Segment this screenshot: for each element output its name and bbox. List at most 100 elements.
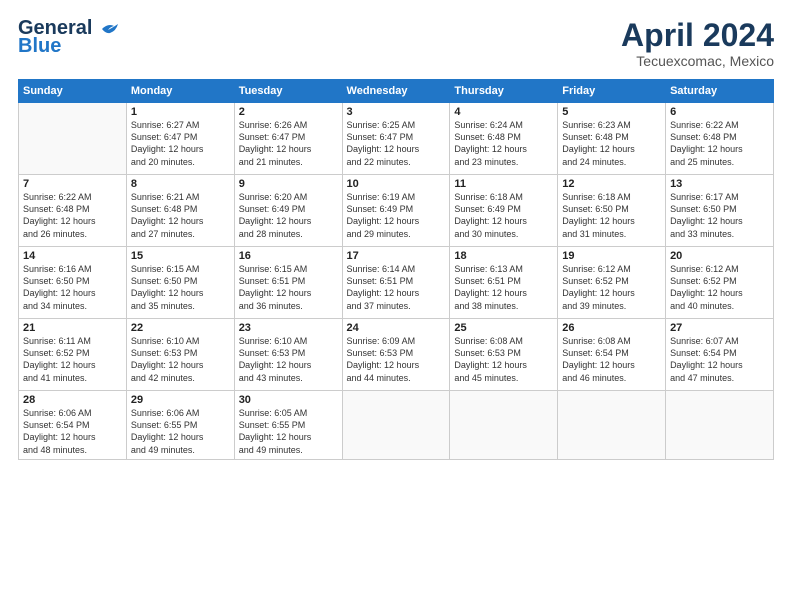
calendar-cell xyxy=(450,391,558,460)
calendar-cell: 5Sunrise: 6:23 AM Sunset: 6:48 PM Daylig… xyxy=(558,103,666,175)
day-info: Sunrise: 6:06 AM Sunset: 6:54 PM Dayligh… xyxy=(23,407,122,456)
calendar-cell: 27Sunrise: 6:07 AM Sunset: 6:54 PM Dayli… xyxy=(666,319,774,391)
calendar-cell: 16Sunrise: 6:15 AM Sunset: 6:51 PM Dayli… xyxy=(234,247,342,319)
calendar-week-1: 7Sunrise: 6:22 AM Sunset: 6:48 PM Daylig… xyxy=(19,175,774,247)
day-info: Sunrise: 6:08 AM Sunset: 6:54 PM Dayligh… xyxy=(562,335,661,384)
day-info: Sunrise: 6:05 AM Sunset: 6:55 PM Dayligh… xyxy=(239,407,338,456)
day-number: 30 xyxy=(239,394,338,406)
calendar-week-2: 14Sunrise: 6:16 AM Sunset: 6:50 PM Dayli… xyxy=(19,247,774,319)
th-thursday: Thursday xyxy=(450,80,558,103)
th-tuesday: Tuesday xyxy=(234,80,342,103)
day-number: 20 xyxy=(670,250,769,262)
calendar-cell: 6Sunrise: 6:22 AM Sunset: 6:48 PM Daylig… xyxy=(666,103,774,175)
day-info: Sunrise: 6:07 AM Sunset: 6:54 PM Dayligh… xyxy=(670,335,769,384)
calendar-cell: 15Sunrise: 6:15 AM Sunset: 6:50 PM Dayli… xyxy=(126,247,234,319)
day-info: Sunrise: 6:25 AM Sunset: 6:47 PM Dayligh… xyxy=(347,119,446,168)
day-number: 8 xyxy=(131,178,230,190)
day-number: 17 xyxy=(347,250,446,262)
day-info: Sunrise: 6:24 AM Sunset: 6:48 PM Dayligh… xyxy=(454,119,553,168)
day-info: Sunrise: 6:06 AM Sunset: 6:55 PM Dayligh… xyxy=(131,407,230,456)
day-info: Sunrise: 6:15 AM Sunset: 6:51 PM Dayligh… xyxy=(239,263,338,312)
calendar-subtitle: Tecuexcomac, Mexico xyxy=(621,53,774,69)
logo-blue: Blue xyxy=(18,36,61,56)
day-number: 6 xyxy=(670,106,769,118)
day-number: 27 xyxy=(670,322,769,334)
calendar-cell: 21Sunrise: 6:11 AM Sunset: 6:52 PM Dayli… xyxy=(19,319,127,391)
day-info: Sunrise: 6:20 AM Sunset: 6:49 PM Dayligh… xyxy=(239,191,338,240)
day-number: 11 xyxy=(454,178,553,190)
calendar-cell: 29Sunrise: 6:06 AM Sunset: 6:55 PM Dayli… xyxy=(126,391,234,460)
calendar-cell: 1Sunrise: 6:27 AM Sunset: 6:47 PM Daylig… xyxy=(126,103,234,175)
calendar-cell: 30Sunrise: 6:05 AM Sunset: 6:55 PM Dayli… xyxy=(234,391,342,460)
day-info: Sunrise: 6:08 AM Sunset: 6:53 PM Dayligh… xyxy=(454,335,553,384)
day-number: 18 xyxy=(454,250,553,262)
day-info: Sunrise: 6:22 AM Sunset: 6:48 PM Dayligh… xyxy=(670,119,769,168)
day-number: 10 xyxy=(347,178,446,190)
header: General Blue April 2024 Tecuexcomac, Mex… xyxy=(18,18,774,69)
calendar-title: April 2024 xyxy=(621,18,774,53)
day-info: Sunrise: 6:10 AM Sunset: 6:53 PM Dayligh… xyxy=(131,335,230,384)
day-number: 25 xyxy=(454,322,553,334)
day-info: Sunrise: 6:17 AM Sunset: 6:50 PM Dayligh… xyxy=(670,191,769,240)
day-info: Sunrise: 6:18 AM Sunset: 6:49 PM Dayligh… xyxy=(454,191,553,240)
day-number: 19 xyxy=(562,250,661,262)
day-number: 22 xyxy=(131,322,230,334)
title-block: April 2024 Tecuexcomac, Mexico xyxy=(621,18,774,69)
calendar-cell: 22Sunrise: 6:10 AM Sunset: 6:53 PM Dayli… xyxy=(126,319,234,391)
day-number: 7 xyxy=(23,178,122,190)
day-number: 23 xyxy=(239,322,338,334)
day-info: Sunrise: 6:19 AM Sunset: 6:49 PM Dayligh… xyxy=(347,191,446,240)
calendar-cell: 8Sunrise: 6:21 AM Sunset: 6:48 PM Daylig… xyxy=(126,175,234,247)
day-number: 2 xyxy=(239,106,338,118)
th-monday: Monday xyxy=(126,80,234,103)
th-sunday: Sunday xyxy=(19,80,127,103)
calendar-cell: 25Sunrise: 6:08 AM Sunset: 6:53 PM Dayli… xyxy=(450,319,558,391)
calendar-cell: 12Sunrise: 6:18 AM Sunset: 6:50 PM Dayli… xyxy=(558,175,666,247)
day-info: Sunrise: 6:14 AM Sunset: 6:51 PM Dayligh… xyxy=(347,263,446,312)
calendar-week-3: 21Sunrise: 6:11 AM Sunset: 6:52 PM Dayli… xyxy=(19,319,774,391)
day-number: 3 xyxy=(347,106,446,118)
calendar-cell xyxy=(666,391,774,460)
th-friday: Friday xyxy=(558,80,666,103)
day-number: 28 xyxy=(23,394,122,406)
day-number: 12 xyxy=(562,178,661,190)
calendar-cell: 9Sunrise: 6:20 AM Sunset: 6:49 PM Daylig… xyxy=(234,175,342,247)
day-info: Sunrise: 6:21 AM Sunset: 6:48 PM Dayligh… xyxy=(131,191,230,240)
th-wednesday: Wednesday xyxy=(342,80,450,103)
day-info: Sunrise: 6:16 AM Sunset: 6:50 PM Dayligh… xyxy=(23,263,122,312)
day-number: 1 xyxy=(131,106,230,118)
day-number: 21 xyxy=(23,322,122,334)
calendar-cell: 23Sunrise: 6:10 AM Sunset: 6:53 PM Dayli… xyxy=(234,319,342,391)
calendar-cell xyxy=(342,391,450,460)
day-info: Sunrise: 6:15 AM Sunset: 6:50 PM Dayligh… xyxy=(131,263,230,312)
day-number: 15 xyxy=(131,250,230,262)
day-info: Sunrise: 6:22 AM Sunset: 6:48 PM Dayligh… xyxy=(23,191,122,240)
day-info: Sunrise: 6:23 AM Sunset: 6:48 PM Dayligh… xyxy=(562,119,661,168)
calendar-cell: 20Sunrise: 6:12 AM Sunset: 6:52 PM Dayli… xyxy=(666,247,774,319)
logo-bird-icon xyxy=(100,21,120,37)
day-number: 24 xyxy=(347,322,446,334)
calendar-cell: 24Sunrise: 6:09 AM Sunset: 6:53 PM Dayli… xyxy=(342,319,450,391)
day-info: Sunrise: 6:12 AM Sunset: 6:52 PM Dayligh… xyxy=(562,263,661,312)
calendar-cell: 26Sunrise: 6:08 AM Sunset: 6:54 PM Dayli… xyxy=(558,319,666,391)
calendar-cell: 28Sunrise: 6:06 AM Sunset: 6:54 PM Dayli… xyxy=(19,391,127,460)
calendar-cell xyxy=(558,391,666,460)
day-info: Sunrise: 6:18 AM Sunset: 6:50 PM Dayligh… xyxy=(562,191,661,240)
day-info: Sunrise: 6:13 AM Sunset: 6:51 PM Dayligh… xyxy=(454,263,553,312)
calendar-cell: 13Sunrise: 6:17 AM Sunset: 6:50 PM Dayli… xyxy=(666,175,774,247)
day-number: 9 xyxy=(239,178,338,190)
day-number: 16 xyxy=(239,250,338,262)
calendar-cell: 11Sunrise: 6:18 AM Sunset: 6:49 PM Dayli… xyxy=(450,175,558,247)
header-row: Sunday Monday Tuesday Wednesday Thursday… xyxy=(19,80,774,103)
day-info: Sunrise: 6:10 AM Sunset: 6:53 PM Dayligh… xyxy=(239,335,338,384)
logo: General Blue xyxy=(18,18,120,56)
day-number: 14 xyxy=(23,250,122,262)
calendar-cell: 2Sunrise: 6:26 AM Sunset: 6:47 PM Daylig… xyxy=(234,103,342,175)
calendar-cell: 18Sunrise: 6:13 AM Sunset: 6:51 PM Dayli… xyxy=(450,247,558,319)
th-saturday: Saturday xyxy=(666,80,774,103)
calendar-week-4: 28Sunrise: 6:06 AM Sunset: 6:54 PM Dayli… xyxy=(19,391,774,460)
calendar-cell: 19Sunrise: 6:12 AM Sunset: 6:52 PM Dayli… xyxy=(558,247,666,319)
day-info: Sunrise: 6:11 AM Sunset: 6:52 PM Dayligh… xyxy=(23,335,122,384)
day-info: Sunrise: 6:09 AM Sunset: 6:53 PM Dayligh… xyxy=(347,335,446,384)
calendar-cell xyxy=(19,103,127,175)
